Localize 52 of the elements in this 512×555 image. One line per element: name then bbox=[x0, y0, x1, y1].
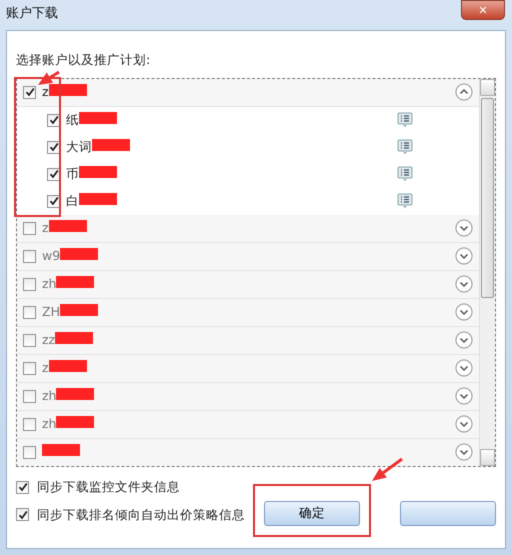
dialog-button[interactable] bbox=[400, 500, 496, 526]
checkbox[interactable] bbox=[47, 114, 60, 127]
checkbox[interactable] bbox=[23, 362, 36, 375]
collapse-icon[interactable] bbox=[455, 83, 473, 102]
account-name: z bbox=[42, 220, 49, 235]
list-icon[interactable] bbox=[397, 139, 413, 156]
checkbox[interactable] bbox=[23, 334, 36, 347]
list-icon[interactable] bbox=[397, 112, 413, 128]
account-name: zh bbox=[42, 388, 56, 403]
account-name: 大词 bbox=[66, 138, 92, 154]
checkbox[interactable] bbox=[23, 222, 36, 235]
account-name: 币 bbox=[66, 166, 79, 181]
account-name: zz bbox=[42, 332, 56, 347]
annotation-arrow bbox=[38, 70, 60, 85]
account-name: 纸 bbox=[66, 112, 79, 127]
checkbox[interactable] bbox=[23, 278, 36, 291]
account-name: w9 bbox=[42, 248, 60, 263]
expand-icon[interactable] bbox=[455, 443, 473, 462]
scrollbar[interactable] bbox=[479, 78, 495, 466]
option-label: 同步下载监控文件夹信息 bbox=[37, 478, 180, 496]
list-icon[interactable] bbox=[397, 193, 413, 210]
checkbox[interactable] bbox=[47, 140, 60, 154]
expand-icon[interactable] bbox=[455, 331, 473, 350]
checkbox[interactable] bbox=[16, 480, 29, 494]
account-name: 白 bbox=[66, 192, 79, 208]
checkbox[interactable] bbox=[23, 418, 36, 431]
expand-icon[interactable] bbox=[455, 303, 473, 322]
account-name: zh bbox=[42, 276, 56, 291]
checkbox[interactable] bbox=[23, 306, 36, 319]
checkbox[interactable] bbox=[47, 194, 60, 208]
checkbox[interactable] bbox=[23, 86, 36, 99]
checkbox[interactable] bbox=[16, 508, 29, 522]
account-name: zh bbox=[42, 416, 56, 431]
account-name: ZH bbox=[42, 304, 60, 319]
option-label: 同步下载排名倾向自动出价策略信息 bbox=[37, 506, 245, 524]
expand-icon[interactable] bbox=[455, 359, 473, 378]
checkbox[interactable] bbox=[23, 250, 36, 263]
annotation-arrow bbox=[372, 458, 403, 481]
window-title: 账户下载 bbox=[6, 5, 58, 23]
list-icon[interactable] bbox=[397, 166, 413, 182]
checkbox[interactable] bbox=[47, 168, 60, 181]
expand-icon[interactable] bbox=[455, 387, 473, 406]
checkbox[interactable] bbox=[23, 390, 36, 403]
checkbox[interactable] bbox=[23, 446, 36, 459]
ok-button[interactable]: 确定 bbox=[264, 500, 360, 526]
expand-icon[interactable] bbox=[455, 247, 473, 266]
section-label: 选择账户以及推广计划: bbox=[16, 51, 150, 69]
expand-icon[interactable] bbox=[455, 219, 473, 238]
expand-icon[interactable] bbox=[455, 415, 473, 434]
expand-icon[interactable] bbox=[455, 275, 473, 294]
account-name: z bbox=[42, 84, 49, 99]
account-name: z bbox=[42, 360, 49, 375]
